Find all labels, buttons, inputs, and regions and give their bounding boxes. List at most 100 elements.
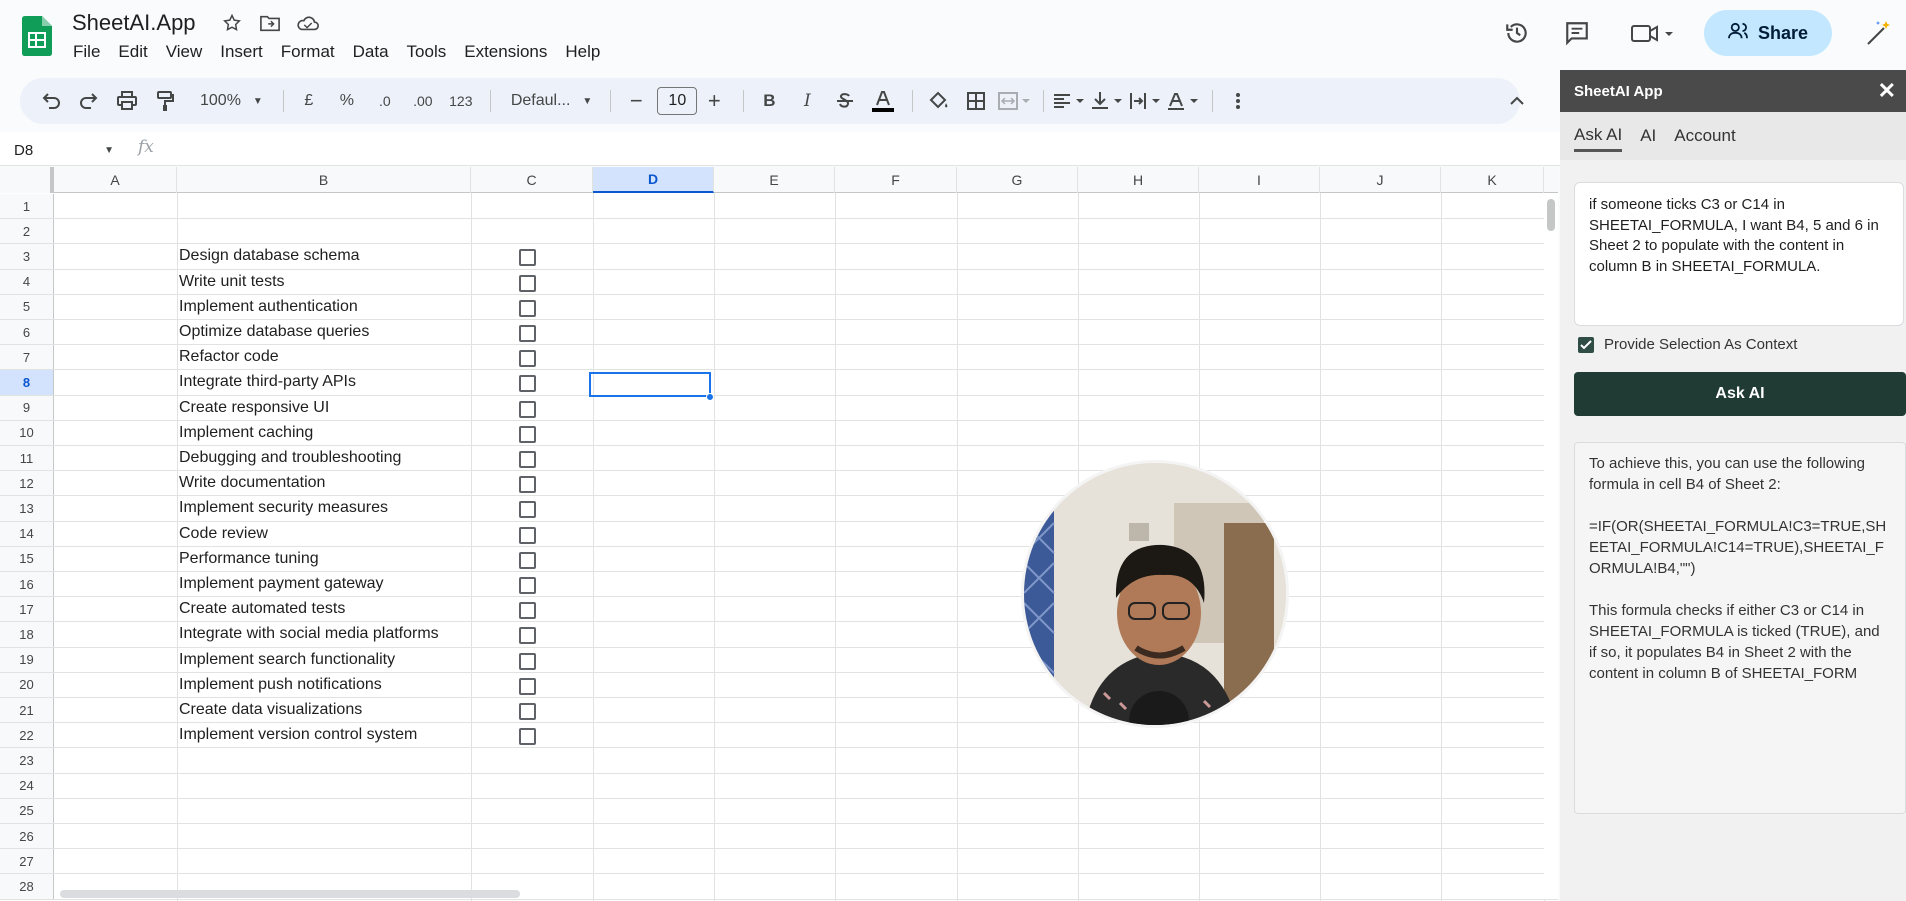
increase-font-size-icon[interactable]: + xyxy=(697,85,731,117)
task-cell[interactable]: Optimize database queries xyxy=(179,320,369,344)
bold-button[interactable]: B xyxy=(752,85,786,117)
column-header-g[interactable]: G xyxy=(957,167,1078,193)
row-header[interactable]: 22 xyxy=(0,723,54,748)
task-cell[interactable]: Design database schema xyxy=(179,244,360,268)
tab-ai[interactable]: AI xyxy=(1640,122,1656,150)
task-cell[interactable]: Implement version control system xyxy=(179,723,417,747)
sheets-logo-icon[interactable] xyxy=(22,16,52,56)
task-cell[interactable]: Performance tuning xyxy=(179,547,319,571)
task-cell[interactable]: Create data visualizations xyxy=(179,698,362,722)
column-header-j[interactable]: J xyxy=(1320,167,1441,193)
text-wrapping-icon[interactable] xyxy=(1128,85,1162,117)
menu-view[interactable]: View xyxy=(157,40,212,64)
increase-decimal-button[interactable]: .00 xyxy=(406,85,440,117)
document-title[interactable]: SheetAI.App xyxy=(72,10,196,36)
paint-format-icon[interactable] xyxy=(148,85,182,117)
gemini-icon[interactable] xyxy=(1862,18,1892,48)
menu-extensions[interactable]: Extensions xyxy=(455,40,556,64)
column-header-d[interactable]: D xyxy=(593,167,714,193)
row-header[interactable]: 1 xyxy=(0,194,54,219)
task-checkbox[interactable] xyxy=(519,274,536,292)
row-header[interactable]: 25 xyxy=(0,798,54,823)
checkbox-checked-icon[interactable] xyxy=(1578,336,1594,353)
task-checkbox[interactable] xyxy=(519,350,536,368)
ai-query-textarea[interactable]: if someone ticks C3 or C14 in SHEETAI_FO… xyxy=(1574,182,1904,326)
row-header[interactable]: 21 xyxy=(0,698,54,723)
task-checkbox[interactable] xyxy=(519,627,536,645)
more-options-icon[interactable] xyxy=(1221,85,1255,117)
task-cell[interactable]: Integrate with social media platforms xyxy=(179,622,439,646)
row-header[interactable]: 16 xyxy=(0,572,54,597)
task-checkbox[interactable] xyxy=(519,703,536,720)
task-cell[interactable]: Debugging and troubleshooting xyxy=(179,446,401,470)
column-header-k[interactable]: K xyxy=(1441,167,1544,193)
task-checkbox[interactable] xyxy=(519,375,536,393)
print-icon[interactable] xyxy=(110,85,144,117)
font-size-input[interactable]: 10 xyxy=(657,87,698,115)
font-select[interactable]: Defaul... ▼ xyxy=(499,85,599,117)
menu-file[interactable]: File xyxy=(64,40,109,64)
close-icon[interactable]: ✕ xyxy=(1878,78,1896,104)
task-cell[interactable]: Write unit tests xyxy=(179,270,285,294)
italic-button[interactable]: I xyxy=(790,85,824,117)
task-cell[interactable]: Create automated tests xyxy=(179,597,345,621)
menu-edit[interactable]: Edit xyxy=(109,40,156,64)
star-icon[interactable] xyxy=(218,10,246,36)
menu-format[interactable]: Format xyxy=(272,40,344,64)
row-header[interactable]: 10 xyxy=(0,420,54,445)
task-checkbox[interactable] xyxy=(519,728,536,746)
name-box[interactable]: D8 ▼ xyxy=(10,138,118,162)
task-cell[interactable]: Implement caching xyxy=(179,421,313,445)
redo-icon[interactable] xyxy=(72,85,106,117)
column-header-f[interactable]: F xyxy=(835,167,957,193)
menu-data[interactable]: Data xyxy=(344,40,398,64)
row-header[interactable]: 11 xyxy=(0,446,54,471)
task-checkbox[interactable] xyxy=(519,425,536,443)
text-color-icon[interactable] xyxy=(866,85,900,117)
task-checkbox[interactable] xyxy=(519,652,536,670)
row-header[interactable]: 26 xyxy=(0,824,54,849)
merge-cells-icon[interactable] xyxy=(997,85,1031,117)
task-checkbox[interactable] xyxy=(519,476,536,494)
task-checkbox[interactable] xyxy=(519,602,536,620)
ask-ai-button[interactable]: Ask AI xyxy=(1574,372,1906,416)
task-checkbox[interactable] xyxy=(519,451,536,468)
cloud-icon[interactable] xyxy=(294,10,322,36)
active-cell-selection[interactable] xyxy=(589,372,711,397)
task-cell[interactable]: Refactor code xyxy=(179,345,279,369)
column-header-h[interactable]: H xyxy=(1078,167,1199,193)
menu-tools[interactable]: Tools xyxy=(398,40,456,64)
formula-input[interactable] xyxy=(170,140,1530,160)
scrollbar-thumb[interactable] xyxy=(1547,199,1555,231)
task-checkbox[interactable] xyxy=(519,501,536,519)
spreadsheet-grid[interactable]: ABCDEFGHIJK 1 2 3 Design database schema 4 Wr… xyxy=(0,167,1558,901)
task-checkbox[interactable] xyxy=(519,677,536,695)
row-header[interactable]: 13 xyxy=(0,496,54,521)
row-header[interactable]: 24 xyxy=(0,773,54,798)
select-all-corner[interactable] xyxy=(0,167,54,193)
meet-icon[interactable] xyxy=(1626,16,1680,50)
column-header-b[interactable]: B xyxy=(177,167,471,193)
task-cell[interactable]: Implement payment gateway xyxy=(179,572,384,596)
collapse-toolbar-icon[interactable] xyxy=(1500,85,1534,117)
row-header[interactable]: 5 xyxy=(0,294,54,319)
horizontal-scrollbar[interactable] xyxy=(60,890,520,898)
row-header[interactable]: 27 xyxy=(0,849,54,874)
task-cell[interactable]: Implement authentication xyxy=(179,295,358,319)
row-header[interactable]: 3 xyxy=(0,244,54,269)
task-checkbox[interactable] xyxy=(519,325,536,342)
task-checkbox[interactable] xyxy=(519,299,536,317)
share-button[interactable]: Share xyxy=(1704,10,1832,56)
row-header[interactable]: 18 xyxy=(0,622,54,647)
task-cell[interactable]: Implement push notifications xyxy=(179,673,382,697)
column-header-i[interactable]: I xyxy=(1199,167,1320,193)
row-header[interactable]: 12 xyxy=(0,471,54,496)
more-formats-button[interactable]: 123 xyxy=(444,85,478,117)
menu-insert[interactable]: Insert xyxy=(211,40,272,64)
task-cell[interactable]: Implement search functionality xyxy=(179,648,395,672)
zoom-select[interactable]: 100% ▼ xyxy=(186,85,271,117)
menu-help[interactable]: Help xyxy=(556,40,609,64)
task-cell[interactable]: Implement security measures xyxy=(179,496,388,520)
decrease-font-size-icon[interactable]: − xyxy=(619,85,653,117)
task-cell[interactable]: Code review xyxy=(179,522,268,546)
